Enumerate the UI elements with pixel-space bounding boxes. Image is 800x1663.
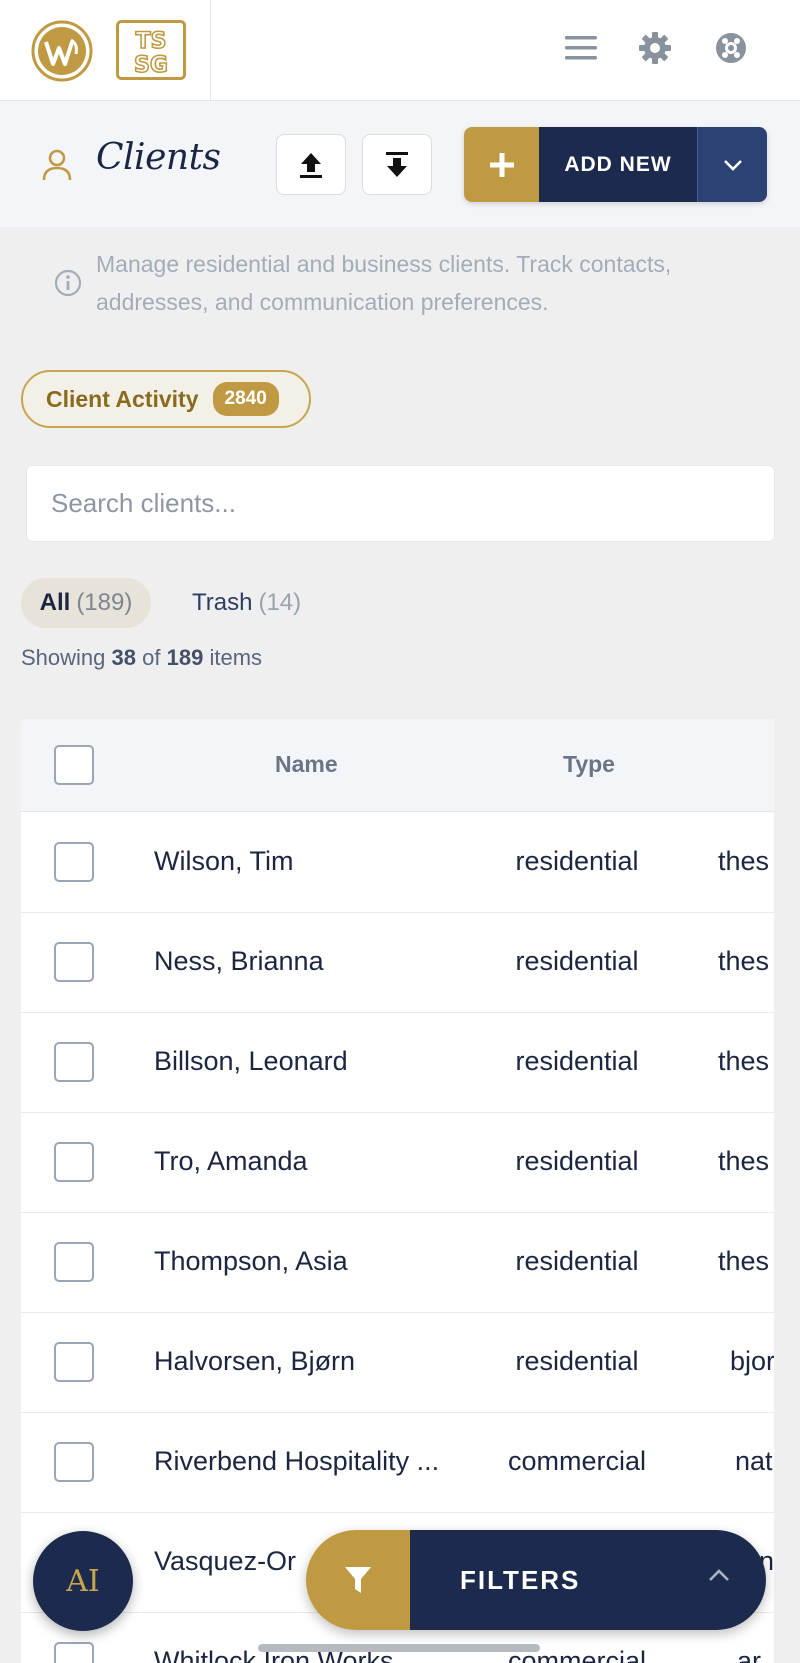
client-extra: thes	[718, 1246, 770, 1276]
description-text: Manage residential and business clients.…	[96, 251, 672, 315]
client-type: residential	[515, 1246, 639, 1276]
client-name[interactable]: Vasquez-Or	[154, 1546, 296, 1577]
home-indicator	[258, 1644, 540, 1652]
plus-icon	[489, 152, 514, 177]
client-name[interactable]: Wilson, Tim	[154, 846, 294, 877]
person-icon	[42, 149, 72, 181]
client-activity-button[interactable]: Client Activity 2840	[21, 370, 311, 428]
row-checkbox[interactable]	[54, 1242, 94, 1282]
summary-prefix: Showing	[21, 645, 106, 670]
client-type: residential	[515, 1046, 639, 1076]
client-type: residential	[515, 846, 639, 876]
wordpress-logo[interactable]	[31, 20, 93, 82]
column-header-type[interactable]: Type	[563, 751, 615, 778]
summary-of: of	[142, 645, 161, 670]
table-row[interactable]: Ness, Brianna residential thes	[21, 913, 774, 1013]
summary-suffix: items	[209, 645, 263, 670]
tab-all-count: (189)	[76, 589, 133, 616]
row-checkbox[interactable]	[54, 842, 94, 882]
support-icon[interactable]	[711, 28, 751, 68]
client-extra: ar	[737, 1646, 762, 1663]
client-type: residential	[515, 1346, 639, 1376]
column-header-name[interactable]: Name	[275, 751, 338, 778]
brand-area: TS SG	[0, 0, 211, 101]
row-checkbox[interactable]	[54, 942, 94, 982]
tab-trash-label: Trash	[192, 589, 253, 616]
tab-trash[interactable]: Trash (14)	[180, 578, 313, 628]
add-plus-button[interactable]	[464, 127, 539, 202]
client-extra: thes	[718, 1046, 770, 1076]
filters-button[interactable]: FILTERS	[306, 1530, 766, 1630]
filter-icon-area	[306, 1530, 410, 1630]
table-header: Name Type	[21, 719, 774, 812]
clients-table: Name Type Wilson, Tim residential thes N…	[21, 719, 774, 1663]
client-type: residential	[515, 1146, 639, 1176]
add-new-button[interactable]: ADD NEW	[539, 127, 697, 202]
svg-text:TS: TS	[136, 29, 167, 54]
client-extra: thes	[718, 846, 770, 876]
client-type: residential	[515, 946, 639, 976]
summary-total: 189	[166, 645, 204, 670]
upload-button[interactable]	[276, 134, 346, 195]
top-bar: TS SG	[0, 0, 800, 101]
row-checkbox[interactable]	[54, 1142, 94, 1182]
ai-assistant-button[interactable]: AI	[33, 1531, 133, 1631]
row-checkbox[interactable]	[54, 1442, 94, 1482]
info-icon	[54, 269, 82, 297]
svg-text:SG: SG	[134, 53, 168, 78]
tssg-logo[interactable]: TS SG	[116, 20, 186, 80]
tab-all-label: All	[39, 589, 71, 616]
client-activity-count: 2840	[212, 382, 279, 416]
client-name[interactable]: Riverbend Hospitality ...	[154, 1446, 439, 1477]
filter-icon	[345, 1567, 371, 1593]
chevron-down-icon	[723, 159, 742, 171]
upload-icon	[300, 152, 322, 178]
client-name[interactable]: Thompson, Asia	[154, 1246, 348, 1277]
gear-icon[interactable]	[635, 28, 675, 68]
page-header: Clients ADD NEW	[0, 101, 800, 227]
chevron-up-icon	[709, 1569, 729, 1581]
client-extra: nat	[735, 1446, 773, 1476]
row-checkbox[interactable]	[54, 1042, 94, 1082]
add-new-button-group: ADD NEW	[464, 127, 767, 202]
client-name[interactable]: Halvorsen, Bjørn	[154, 1346, 355, 1377]
download-icon	[386, 151, 408, 177]
select-all-checkbox[interactable]	[54, 745, 94, 785]
table-row[interactable]: Thompson, Asia residential thes	[21, 1213, 774, 1313]
client-activity-label: Client Activity	[46, 385, 199, 412]
table-row[interactable]: Wilson, Tim residential thes	[21, 813, 774, 913]
results-summary: Showing 38 of 189 items	[21, 645, 262, 671]
table-row[interactable]: Tro, Amanda residential thes	[21, 1113, 774, 1213]
tab-trash-count: (14)	[258, 589, 302, 616]
table-row[interactable]: Billson, Leonard residential thes	[21, 1013, 774, 1113]
download-button[interactable]	[362, 134, 432, 195]
row-checkbox[interactable]	[54, 1642, 94, 1663]
summary-shown: 38	[111, 645, 136, 670]
client-name[interactable]: Tro, Amanda	[154, 1146, 308, 1177]
row-checkbox[interactable]	[54, 1342, 94, 1382]
menu-icon[interactable]	[561, 28, 601, 68]
client-extra: thes	[718, 1146, 770, 1176]
add-new-dropdown-toggle[interactable]	[697, 127, 767, 202]
client-extra: thes	[718, 946, 770, 976]
table-row[interactable]: Halvorsen, Bjørn residential bjor	[21, 1313, 774, 1413]
tab-all[interactable]: All (189)	[21, 578, 151, 628]
client-name[interactable]: Billson, Leonard	[154, 1046, 348, 1077]
client-name[interactable]: Ness, Brianna	[154, 946, 324, 977]
search-input[interactable]	[26, 465, 775, 542]
client-type: commercial	[507, 1446, 647, 1476]
page-title: Clients	[96, 137, 221, 178]
table-row[interactable]: Riverbend Hospitality ... commercial nat	[21, 1413, 774, 1513]
client-extra: bjor	[730, 1346, 774, 1376]
